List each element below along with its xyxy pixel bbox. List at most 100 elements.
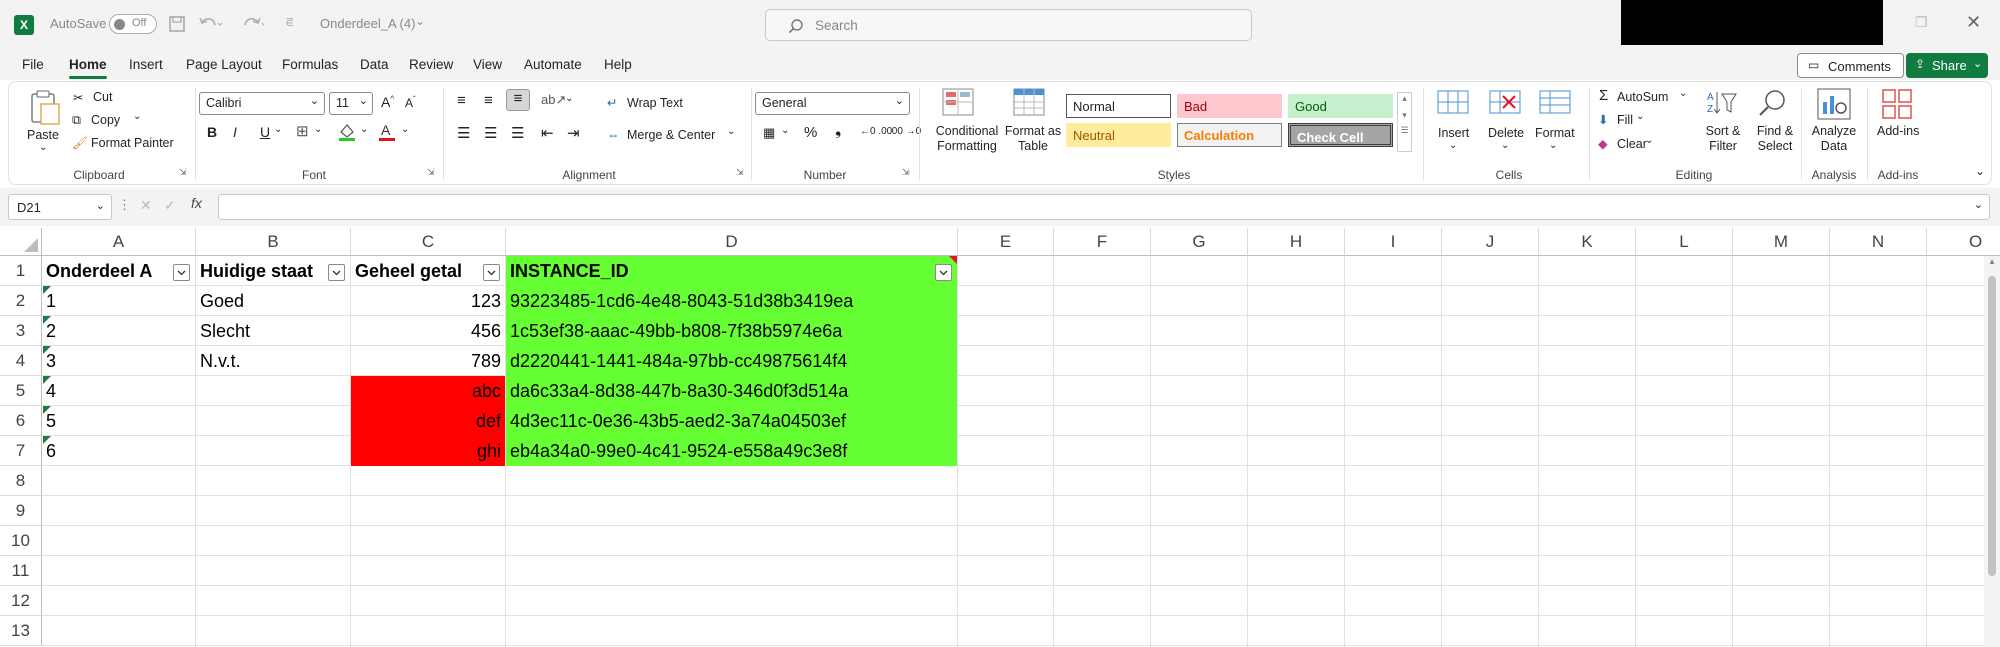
tab-file[interactable]: File [22, 57, 44, 72]
number-launcher-icon[interactable]: ⇲ [902, 167, 910, 178]
copy-label[interactable]: Copy [91, 113, 120, 127]
row-header-4[interactable]: 4 [0, 346, 42, 376]
row-header-10[interactable]: 10 [0, 526, 42, 556]
autosave-toggle[interactable]: Off [109, 14, 157, 34]
sort-filter-icon[interactable]: AZ [1705, 88, 1737, 118]
fill-color-icon[interactable] [337, 122, 357, 142]
tab-view[interactable]: View [473, 57, 502, 72]
format-painter-icon[interactable]: 🖌 [72, 136, 88, 151]
column-header-g[interactable]: G [1151, 228, 1248, 256]
error-indicator-icon[interactable] [43, 346, 51, 354]
cell-b4[interactable]: N.v.t. [196, 346, 350, 376]
insert-function-icon[interactable]: fx [191, 195, 202, 211]
format-painter-label[interactable]: Format Painter [91, 136, 174, 150]
alignment-launcher-icon[interactable]: ⇲ [736, 167, 744, 178]
find-select-label[interactable]: Find & Select [1753, 124, 1797, 154]
column-header-a[interactable]: A [42, 228, 196, 256]
autosum-icon[interactable]: Σ [1599, 87, 1608, 104]
cancel-entry-icon[interactable]: ✕ [140, 197, 152, 214]
tab-formulas[interactable]: Formulas [282, 57, 338, 72]
cell-b6[interactable] [196, 406, 350, 436]
tab-help[interactable]: Help [604, 57, 632, 72]
format-chevron-icon[interactable]: ⌄ [1549, 140, 1557, 151]
bold-button[interactable]: B [207, 124, 217, 140]
cell-a5[interactable]: 4 [42, 376, 195, 406]
table-header-cell[interactable]: INSTANCE_ID [506, 256, 957, 286]
accounting-format-icon[interactable]: ▦ [763, 125, 775, 141]
sort-filter-label[interactable]: Sort & Filter [1702, 124, 1744, 154]
paste-chevron-icon[interactable]: ⌄ [39, 142, 47, 153]
insert-label[interactable]: Insert [1438, 126, 1469, 140]
increase-font-icon[interactable]: A^ [381, 94, 394, 110]
conditional-formatting-icon[interactable] [942, 88, 974, 116]
confirm-entry-icon[interactable]: ✓ [164, 197, 176, 214]
undo-icon[interactable] [198, 15, 222, 33]
column-header-k[interactable]: K [1539, 228, 1636, 256]
comma-style-icon[interactable]: ❟ [835, 122, 841, 140]
fill-color-chevron-icon[interactable]: ⌄ [360, 124, 368, 135]
more-styles-icon[interactable]: ☰ [1398, 125, 1411, 136]
font-color-chevron-icon[interactable]: ⌄ [401, 124, 409, 135]
column-header-n[interactable]: N [1830, 228, 1927, 256]
row-header-7[interactable]: 7 [0, 436, 42, 466]
column-header-o[interactable]: O [1927, 228, 2000, 256]
restore-window-icon[interactable]: ❐ [1915, 14, 1928, 31]
tab-review[interactable]: Review [409, 57, 453, 72]
customize-toolbar-icon[interactable]: ⋷ [285, 15, 294, 31]
tab-automate[interactable]: Automate [524, 57, 582, 72]
autosum-chevron-icon[interactable]: ⌄ [1679, 88, 1687, 99]
decrease-font-icon[interactable]: Aˇ [405, 95, 416, 110]
wrap-text-icon[interactable]: ↵ [607, 95, 617, 110]
addins-icon[interactable] [1881, 88, 1913, 120]
cell-a3[interactable]: 2 [42, 316, 195, 346]
paste-label[interactable]: Paste [27, 128, 59, 142]
cell-b3[interactable]: Slecht [196, 316, 350, 346]
merge-center-icon[interactable]: ⇔ [607, 128, 620, 142]
style-calculation[interactable]: Calculation [1177, 123, 1282, 147]
copy-chevron-icon[interactable]: ⌄ [133, 111, 141, 122]
cell-a6[interactable]: 5 [42, 406, 195, 436]
scroll-down-icon[interactable]: ▾ [1398, 110, 1411, 121]
cell-d6[interactable]: 4d3ec11c-0e36-43b5-aed2-3a74a04503ef [506, 406, 957, 436]
column-header-l[interactable]: L [1636, 228, 1733, 256]
column-header-d[interactable]: D [506, 228, 958, 256]
merge-chevron-icon[interactable]: ⌄ [727, 126, 735, 137]
collapse-ribbon-icon[interactable]: ⌄ [1975, 164, 1985, 178]
fill-label[interactable]: Fill [1617, 113, 1633, 127]
filename[interactable]: Onderdeel_A (4) [320, 16, 415, 31]
cell-c3[interactable]: 456 [351, 316, 505, 346]
row-header-3[interactable]: 3 [0, 316, 42, 346]
table-header-cell[interactable]: Geheel getal [351, 256, 505, 286]
analyze-data-label[interactable]: Analyze Data [1810, 124, 1858, 154]
style-normal[interactable]: Normal [1066, 94, 1171, 118]
row-header-6[interactable]: 6 [0, 406, 42, 436]
format-as-table-label[interactable]: Format as Table [1003, 124, 1063, 154]
underline-chevron-icon[interactable]: ⌄ [274, 124, 282, 135]
cell-c5[interactable]: abc [351, 376, 505, 406]
share-button[interactable]: ⇪ Share ⌄ [1906, 53, 1988, 78]
cell-c4[interactable]: 789 [351, 346, 505, 376]
font-family-dropdown[interactable]: Calibri ⌄ [199, 92, 325, 115]
row-header-12[interactable]: 12 [0, 586, 42, 616]
cell-d5[interactable]: da6c33a4-8d38-447b-8a30-346d0f3d514a [506, 376, 957, 406]
column-header-e[interactable]: E [958, 228, 1054, 256]
style-neutral[interactable]: Neutral [1066, 123, 1171, 147]
save-icon[interactable] [169, 16, 185, 32]
table-header-cell[interactable]: Huidige staat [196, 256, 350, 286]
increase-decimal-icon[interactable]: ←0 .00 [860, 126, 892, 137]
delete-cells-icon[interactable] [1489, 88, 1521, 116]
expand-formula-icon[interactable]: ⌄ [1974, 198, 1983, 211]
formula-input[interactable]: ⌄ [218, 194, 1990, 220]
align-right-icon[interactable]: ☰ [511, 124, 524, 142]
cell-b7[interactable] [196, 436, 350, 466]
select-all-button[interactable] [0, 228, 42, 256]
filter-dropdown-button[interactable] [173, 264, 190, 281]
scrollbar-thumb[interactable] [1988, 276, 1996, 576]
fill-icon[interactable]: ⬇ [1598, 112, 1608, 127]
row-header-8[interactable]: 8 [0, 466, 42, 496]
clear-label[interactable]: Clear [1617, 137, 1647, 151]
styles-scroll[interactable]: ▴ ▾ ☰ [1397, 92, 1412, 152]
cell-d4[interactable]: d2220441-1441-484a-97bb-cc49875614f4 [506, 346, 957, 376]
worksheet-grid[interactable]: ABCDEFGHIJKLMNO 1 2 3 4 5 6 7 8 9 10 11 12 13 Onderd… [0, 228, 2000, 647]
cell-a2[interactable]: 1 [42, 286, 195, 316]
